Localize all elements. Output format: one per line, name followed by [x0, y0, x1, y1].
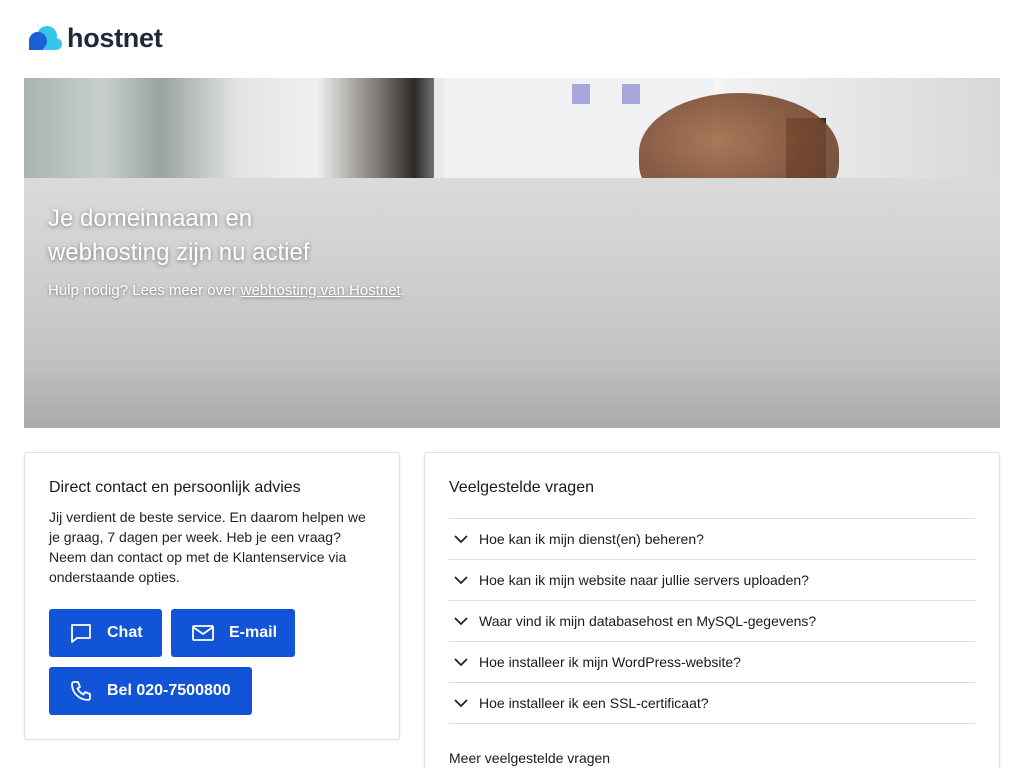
faq-item-install-ssl[interactable]: Hoe installeer ik een SSL-certificaat?: [449, 683, 975, 724]
email-button-label: E-mail: [229, 624, 278, 641]
hostnet-logo[interactable]: hostnet: [25, 22, 163, 54]
faq-question: Hoe kan ik mijn website naar jullie serv…: [479, 572, 809, 588]
hero-subtitle-prefix: Hulp nodig? Lees meer over: [48, 282, 241, 299]
faq-item-upload-website[interactable]: Hoe kan ik mijn website naar jullie serv…: [449, 560, 975, 601]
faq-item-database-host[interactable]: Waar vind ik mijn databasehost en MySQL-…: [449, 601, 975, 642]
hero-subtitle-suffix: .: [400, 282, 405, 299]
faq-question: Hoe installeer ik een SSL-certificaat?: [479, 695, 709, 711]
chevron-down-icon: [454, 576, 468, 585]
more-faq-link[interactable]: Meer veelgestelde vragen: [449, 750, 975, 766]
chat-bubble-icon: [71, 624, 91, 643]
chevron-down-icon: [454, 699, 468, 708]
chat-button[interactable]: Chat: [49, 609, 162, 657]
email-button[interactable]: E-mail: [171, 609, 295, 657]
hero-title: Je domeinnaam en webhosting zijn nu acti…: [48, 205, 310, 266]
contact-card-text: Jij verdient de beste service. En daarom…: [49, 509, 366, 585]
envelope-icon: [192, 625, 214, 641]
phone-icon: [71, 681, 91, 701]
faq-item-manage-services[interactable]: Hoe kan ik mijn dienst(en) beheren?: [449, 519, 975, 560]
hero-banner: Je domeinnaam en webhosting zijn nu acti…: [24, 78, 1000, 428]
faq-question: Hoe kan ik mijn dienst(en) beheren?: [479, 531, 704, 547]
logo-wordmark: hostnet: [67, 22, 163, 53]
webhosting-link[interactable]: webhosting van Hostnet: [241, 282, 401, 299]
chat-button-label: Chat: [107, 624, 143, 641]
faq-item-install-wordpress[interactable]: Hoe installeer ik mijn WordPress-website…: [449, 642, 975, 683]
chevron-down-icon: [454, 658, 468, 667]
chevron-down-icon: [454, 535, 468, 544]
call-button-label: Bel 020-7500800: [107, 682, 231, 699]
cloud-logo-icon: [29, 26, 62, 50]
contact-card-title: Direct contact en persoonlijk advies: [49, 479, 301, 496]
contact-card: Direct contact en persoonlijk advies Jij…: [24, 452, 400, 740]
hero-photo: [24, 78, 1000, 213]
faq-question: Hoe installeer ik mijn WordPress-website…: [479, 654, 741, 670]
hero-subtitle: Hulp nodig? Lees meer over webhosting va…: [48, 282, 405, 299]
faq-question: Waar vind ik mijn databasehost en MySQL-…: [479, 613, 817, 629]
chevron-down-icon: [454, 617, 468, 626]
call-button[interactable]: Bel 020-7500800: [49, 667, 252, 715]
faq-card: Veelgestelde vragen Hoe kan ik mijn dien…: [424, 452, 1000, 768]
faq-list: Hoe kan ik mijn dienst(en) beheren? Hoe …: [449, 518, 975, 724]
faq-card-title: Veelgestelde vragen: [449, 479, 594, 496]
